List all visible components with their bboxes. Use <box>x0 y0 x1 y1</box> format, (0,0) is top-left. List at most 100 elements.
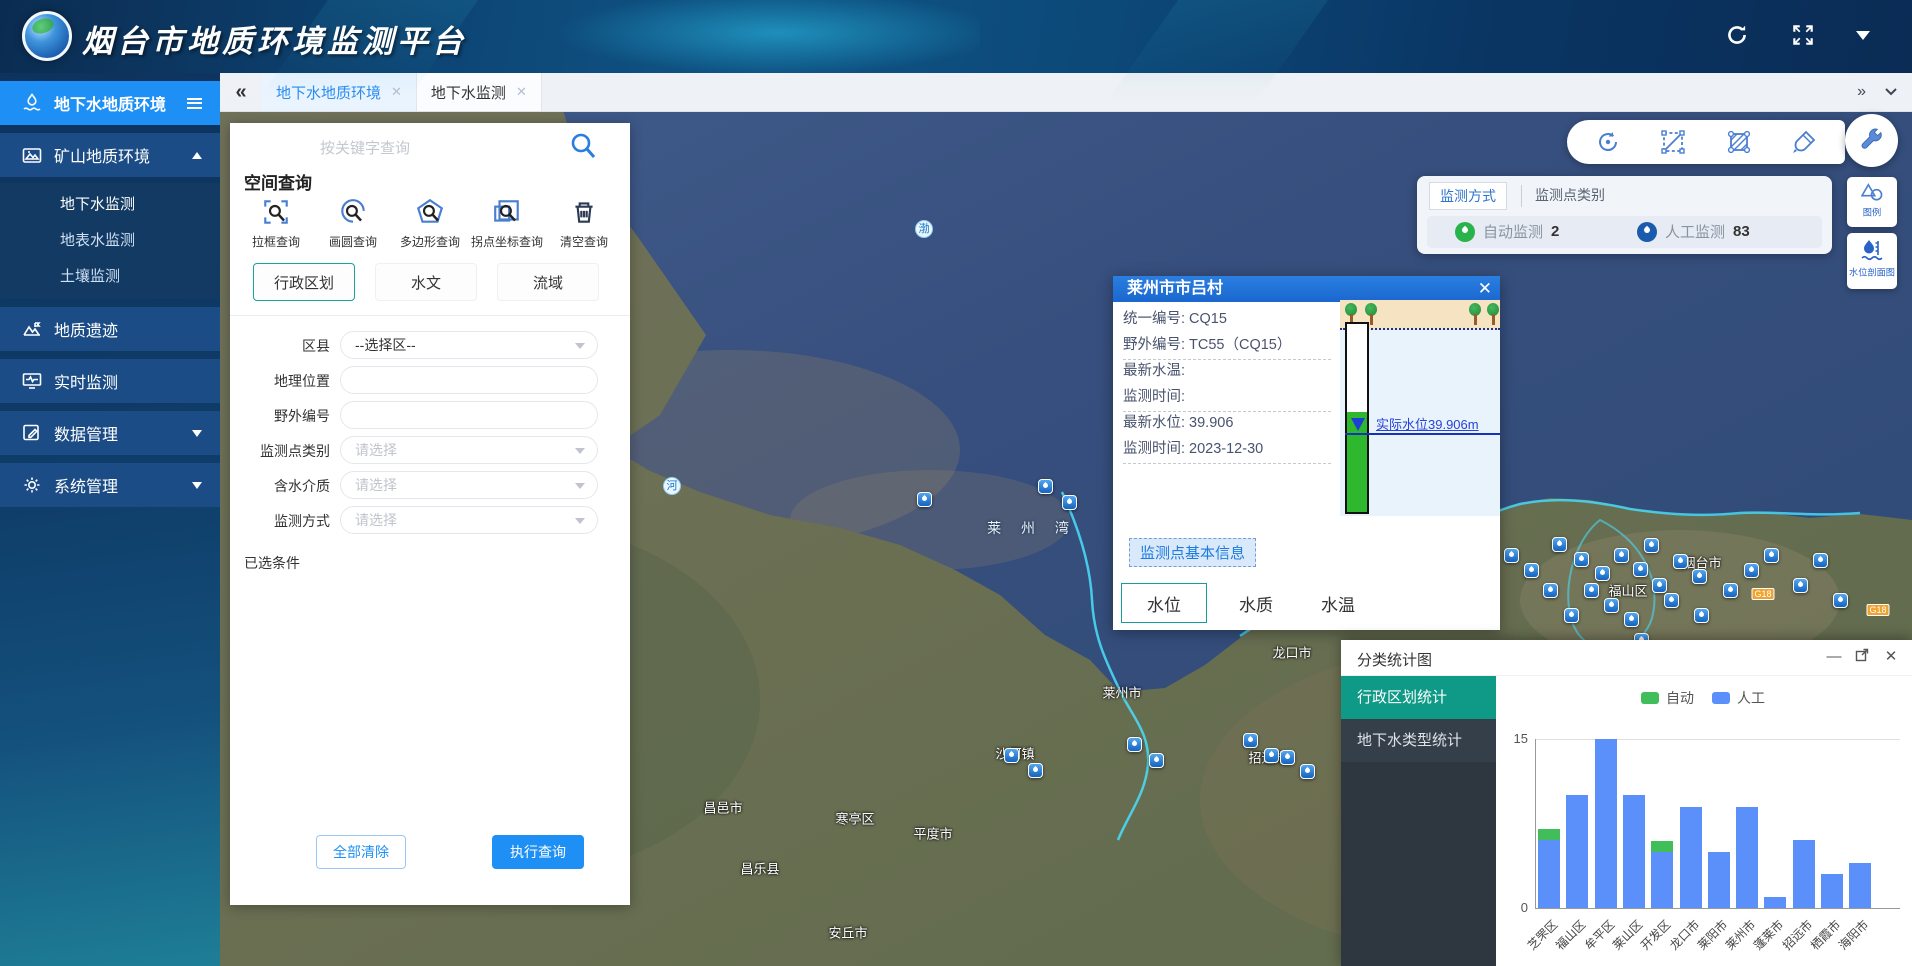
tool-circle-query[interactable]: 画圆查询 <box>315 197 391 250</box>
monitoring-point-marker[interactable] <box>1833 593 1848 608</box>
sidebar-item-2[interactable]: 地质遗迹 <box>0 307 220 351</box>
execute-query-button[interactable]: 执行查询 <box>492 835 584 869</box>
bar-芝罘区-人工[interactable] <box>1538 840 1560 908</box>
monitor-item-0[interactable]: 自动监测2 <box>1455 221 1559 242</box>
tools-wrench-button[interactable] <box>1845 114 1898 167</box>
water-level-profile-button[interactable]: 水位剖面图 <box>1847 233 1897 289</box>
tab-monitor-method[interactable]: 监测方式 <box>1429 182 1507 210</box>
polygon-select-icon[interactable] <box>1725 128 1753 156</box>
monitoring-point-marker[interactable] <box>1793 578 1808 593</box>
monitoring-point-marker[interactable] <box>1694 608 1709 623</box>
category-tab-0[interactable]: 行政区划 <box>253 263 355 301</box>
monitoring-point-marker[interactable] <box>1127 737 1142 752</box>
monitoring-point-marker[interactable] <box>1624 612 1639 627</box>
select-field[interactable]: 请选择 <box>340 506 598 534</box>
select-field[interactable]: 请选择 <box>340 436 598 464</box>
popup-tab-水温[interactable]: 水温 <box>1295 583 1381 623</box>
monitoring-point-marker[interactable] <box>1633 562 1648 577</box>
user-menu-caret-icon[interactable] <box>1856 31 1870 47</box>
close-icon[interactable]: ✕ <box>1478 276 1492 302</box>
fullscreen-icon[interactable] <box>1790 22 1816 48</box>
monitoring-point-marker[interactable] <box>1614 548 1629 563</box>
monitoring-point-marker[interactable] <box>1644 538 1659 553</box>
monitoring-point-marker[interactable] <box>1149 753 1164 768</box>
sidebar-item-3[interactable]: 实时监测 <box>0 359 220 403</box>
bar-栖霞市-人工[interactable] <box>1821 874 1843 908</box>
monitoring-point-marker[interactable] <box>1243 733 1258 748</box>
monitoring-point-marker[interactable] <box>1595 566 1610 581</box>
maximize-icon[interactable] <box>1853 648 1871 666</box>
bar-莱州市-人工[interactable] <box>1736 807 1758 908</box>
sidebar-subitem-0[interactable]: 地下水监测 <box>0 187 220 223</box>
bar-莱山区-人工[interactable] <box>1623 795 1645 908</box>
select-area-icon[interactable] <box>1659 128 1687 156</box>
tabs-menu-chevron-icon[interactable] <box>1884 85 1898 99</box>
monitoring-point-marker[interactable] <box>1038 479 1053 494</box>
tool-polygon-query[interactable]: 多边形查询 <box>392 197 468 250</box>
sidebar-item-5[interactable]: 系统管理 <box>0 463 220 507</box>
bar-开发区-人工[interactable] <box>1651 852 1673 908</box>
sidebar-subitem-2[interactable]: 土壤监测 <box>0 259 220 295</box>
monitoring-point-marker[interactable] <box>1652 578 1667 593</box>
tool-corner-query[interactable]: 拐点坐标查询 <box>469 197 545 250</box>
history-icon[interactable] <box>1594 128 1622 156</box>
select-field[interactable]: --选择区-- <box>340 331 598 359</box>
input-field[interactable] <box>340 401 598 429</box>
monitoring-point-marker[interactable] <box>1543 583 1558 598</box>
monitoring-point-marker[interactable] <box>1264 748 1279 763</box>
chevron-down-icon[interactable] <box>192 477 202 494</box>
monitoring-point-marker[interactable] <box>1564 608 1579 623</box>
monitoring-point-marker[interactable] <box>1004 748 1019 763</box>
category-tab-2[interactable]: 流域 <box>497 263 599 301</box>
sidebar-item-4[interactable]: 数据管理 <box>0 411 220 455</box>
monitoring-point-marker[interactable] <box>1062 495 1077 510</box>
monitoring-point-marker[interactable] <box>1574 552 1589 567</box>
monitoring-point-marker[interactable] <box>1604 598 1619 613</box>
select-field[interactable]: 请选择 <box>340 471 598 499</box>
stats-nav-1[interactable]: 地下水类型统计 <box>1341 719 1496 762</box>
monitoring-point-marker[interactable] <box>1280 750 1295 765</box>
bar-开发区-自动[interactable] <box>1651 841 1673 852</box>
keyword-search-input[interactable] <box>248 131 578 165</box>
monitoring-point-marker[interactable] <box>1744 563 1759 578</box>
monitoring-point-marker[interactable] <box>1300 764 1315 779</box>
bar-招远市-人工[interactable] <box>1793 840 1815 908</box>
tool-box-query[interactable]: 拉框查询 <box>238 197 314 250</box>
monitoring-point-marker[interactable] <box>1584 583 1599 598</box>
bar-福山区-人工[interactable] <box>1566 795 1588 908</box>
monitoring-point-marker[interactable] <box>1764 548 1779 563</box>
bar-莱阳市-人工[interactable] <box>1708 852 1730 908</box>
input-field[interactable] <box>340 366 598 394</box>
popup-tab-水质[interactable]: 水质 <box>1213 583 1299 623</box>
tool-trash[interactable]: 清空查询 <box>546 197 622 250</box>
monitoring-point-marker[interactable] <box>917 492 932 507</box>
tab-monitor-point-category[interactable]: 监测点类别 <box>1525 182 1615 210</box>
monitoring-point-marker[interactable] <box>1664 593 1679 608</box>
chevron-down-icon[interactable] <box>192 425 202 442</box>
monitoring-point-marker[interactable] <box>1524 563 1539 578</box>
bar-蓬莱市-人工[interactable] <box>1764 897 1786 908</box>
monitoring-point-marker[interactable] <box>1692 569 1707 584</box>
monitoring-point-marker[interactable] <box>1028 763 1043 778</box>
close-icon[interactable]: ✕ <box>1882 648 1900 666</box>
bar-牟平区-人工[interactable] <box>1595 739 1617 908</box>
popup-tab-水位[interactable]: 水位 <box>1121 583 1207 623</box>
tab-groundwater-monitoring[interactable]: 地下水监测 ✕ <box>417 73 542 111</box>
monitoring-point-marker[interactable] <box>1673 554 1688 569</box>
monitoring-point-marker[interactable] <box>1813 553 1828 568</box>
legend-button[interactable]: 图例 <box>1847 177 1897 227</box>
minimize-icon[interactable]: — <box>1825 648 1843 666</box>
search-icon[interactable] <box>568 131 598 161</box>
menu-icon[interactable] <box>187 98 202 109</box>
bar-海阳市-人工[interactable] <box>1849 863 1871 908</box>
category-tab-1[interactable]: 水文 <box>375 263 477 301</box>
refresh-icon[interactable] <box>1724 22 1750 48</box>
clear-all-button[interactable]: 全部清除 <box>316 835 406 869</box>
monitor-item-1[interactable]: 人工监测83 <box>1637 221 1750 242</box>
bar-芝罘区-自动[interactable] <box>1538 829 1560 840</box>
tabs-collapse-icon[interactable]: « <box>220 73 262 111</box>
monitoring-point-marker[interactable] <box>1723 583 1738 598</box>
sidebar-subitem-1[interactable]: 地表水监测 <box>0 223 220 259</box>
point-basic-info-button[interactable]: 监测点基本信息 <box>1129 538 1256 567</box>
sidebar-item-0[interactable]: 地下水地质环境 <box>0 81 220 125</box>
